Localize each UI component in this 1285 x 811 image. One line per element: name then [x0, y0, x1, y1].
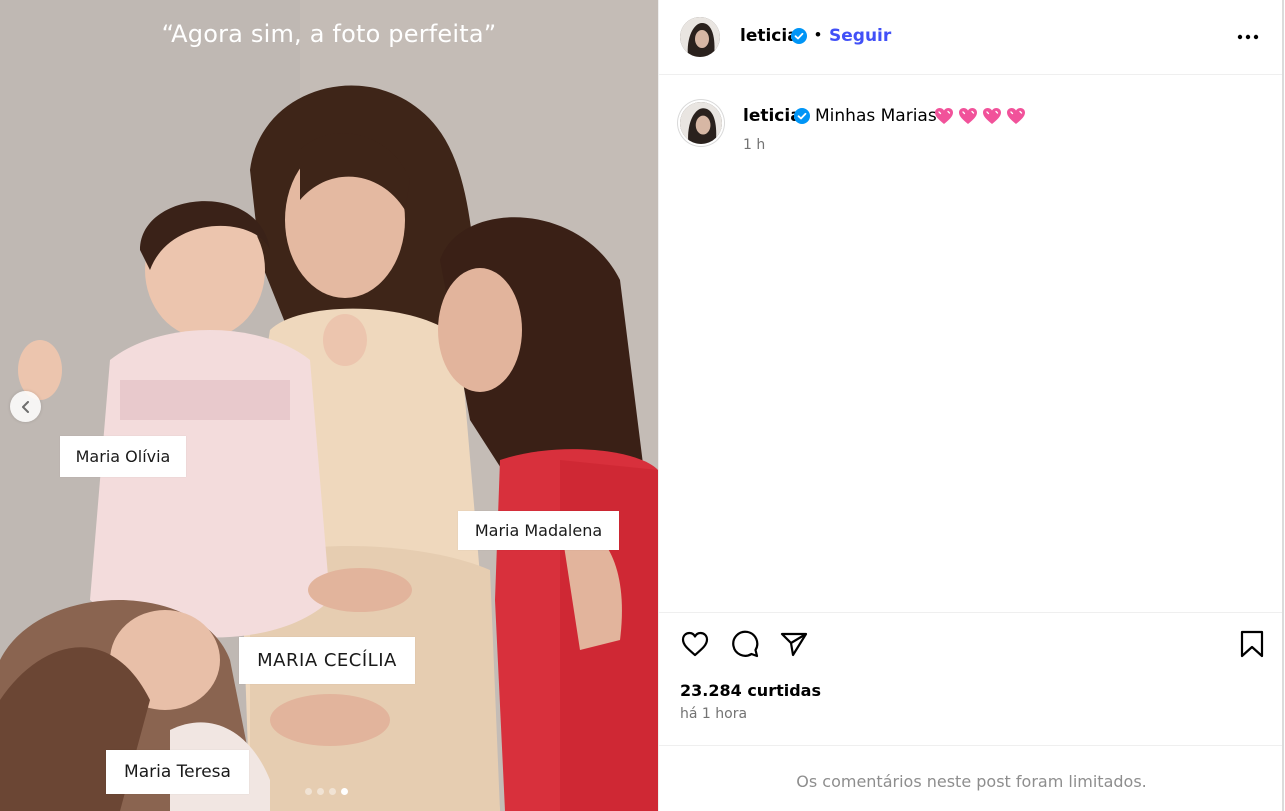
divider: [659, 745, 1284, 746]
caption-avatar[interactable]: [680, 102, 722, 144]
carousel-dot: [317, 788, 324, 795]
divider: [659, 612, 1284, 613]
heart-emoji-icon: [935, 108, 953, 124]
heart-emoji-icon: [983, 108, 1001, 124]
caption-text: Minhas Marias: [815, 106, 937, 126]
heart-emoji-icon: [1007, 108, 1025, 124]
caption-timestamp[interactable]: 1 h: [743, 137, 765, 153]
bookmark-icon[interactable]: [1237, 629, 1267, 659]
more-icon[interactable]: [1237, 34, 1259, 40]
heart-icon[interactable]: [680, 629, 710, 659]
verified-icon: [791, 28, 807, 44]
post-details-panel: leticia • Seguir leticia Minhas Marias 1…: [658, 0, 1284, 811]
carousel-indicator: [305, 788, 348, 795]
post-timestamp[interactable]: há 1 hora: [680, 706, 747, 722]
caption-emoji: [934, 107, 1026, 125]
avatar[interactable]: [680, 17, 720, 57]
verified-icon: [794, 108, 810, 124]
tag-maria-teresa[interactable]: Maria Teresa: [106, 750, 249, 794]
comment-icon[interactable]: [730, 629, 760, 659]
panel-edge: [1282, 0, 1284, 811]
post-author-username[interactable]: leticia: [740, 26, 799, 46]
separator-dot: •: [815, 25, 821, 44]
share-icon[interactable]: [779, 629, 809, 659]
tag-maria-madalena[interactable]: Maria Madalena: [458, 511, 619, 550]
avatar-image: [680, 102, 722, 144]
carousel-dot: [329, 788, 336, 795]
avatar-image: [680, 17, 720, 57]
post-media[interactable]: “Agora sim, a foto perfeita” Maria Olívi…: [0, 0, 658, 811]
photo-quote: “Agora sim, a foto perfeita”: [161, 20, 497, 48]
family-photo: [0, 0, 658, 811]
comments-limited-notice: Os comentários neste post foram limitado…: [796, 772, 1147, 791]
post-header: leticia • Seguir: [659, 0, 1284, 75]
tag-maria-cecilia[interactable]: MARIA CECÍLIA: [239, 637, 415, 684]
likes-count[interactable]: 23.284 curtidas: [680, 681, 821, 700]
heart-emoji-icon: [959, 108, 977, 124]
follow-button[interactable]: Seguir: [829, 26, 891, 46]
carousel-dot-active: [341, 788, 348, 795]
caption-username[interactable]: leticia: [743, 106, 802, 126]
previous-slide-button[interactable]: [10, 391, 41, 422]
carousel-dot: [305, 788, 312, 795]
tag-maria-olivia[interactable]: Maria Olívia: [60, 436, 186, 477]
chevron-left-icon: [21, 400, 29, 413]
